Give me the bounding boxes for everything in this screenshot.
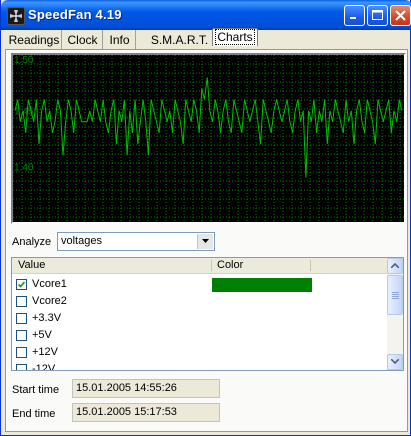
list-header: Value Color	[12, 258, 388, 274]
color-swatch[interactable]	[212, 278, 312, 292]
window-title: SpeedFan 4.19	[28, 7, 122, 22]
column-divider[interactable]	[211, 260, 212, 271]
fan-icon[interactable]	[7, 7, 25, 25]
end-time-value: 15.01.2005 15:17:53	[76, 406, 177, 418]
speedfan-window: SpeedFan 4.19 Readings Clock Info S.M.A.…	[0, 0, 411, 436]
start-time-label: Start time	[12, 384, 60, 396]
row-label: -12V	[32, 363, 56, 371]
row-label: +12V	[32, 346, 58, 358]
column-divider[interactable]	[310, 260, 311, 271]
row-label: Vcore2	[32, 295, 67, 307]
maximize-button[interactable]	[367, 5, 388, 26]
column-header-value[interactable]: Value	[18, 259, 45, 271]
column-header-color[interactable]: Color	[217, 259, 243, 271]
close-button[interactable]	[390, 5, 411, 26]
y-tick-label: 1.50	[14, 55, 34, 66]
row-checkbox[interactable]	[16, 313, 27, 324]
chevron-up-icon	[391, 263, 399, 268]
checkmark-icon	[17, 281, 26, 288]
chart-plot: 1.501.451.40	[13, 55, 404, 222]
start-time-field: 15.01.2005 14:55:26	[72, 379, 220, 398]
tab-readings[interactable]: Readings	[7, 30, 62, 50]
minimize-button[interactable]	[344, 5, 365, 26]
list-row[interactable]: Vcore2	[12, 293, 388, 310]
scroll-down-button[interactable]	[387, 354, 403, 370]
list-row[interactable]: +3.3V	[12, 310, 388, 327]
y-tick-label: 1.40	[14, 162, 34, 173]
scroll-thumb[interactable]	[387, 275, 403, 315]
row-label: +3.3V	[32, 312, 62, 324]
dropdown-arrow-icon[interactable]	[197, 234, 213, 249]
tab-info[interactable]: Info	[104, 30, 136, 50]
row-checkbox[interactable]	[16, 330, 27, 341]
vertical-scrollbar[interactable]	[387, 258, 403, 370]
list-row[interactable]: +12V	[12, 344, 388, 361]
row-checkbox[interactable]	[16, 347, 27, 358]
values-list[interactable]: Value Color Vcore1 Vcore2 +3.3V +5V +12V	[11, 257, 404, 371]
start-time-value: 15.01.2005 14:55:26	[76, 382, 177, 394]
voltage-chart: 1.50 1.45 1.40	[11, 53, 406, 224]
row-label: Vcore1	[32, 278, 67, 290]
row-label: +5V	[32, 329, 52, 341]
chevron-down-icon	[391, 359, 399, 364]
list-row[interactable]: Vcore1	[12, 276, 388, 293]
analyze-select[interactable]: voltages	[57, 232, 215, 251]
title-bar[interactable]: SpeedFan 4.19	[1, 0, 411, 30]
tab-smart[interactable]: S.M.A.R.T.	[147, 30, 212, 50]
tab-charts[interactable]: Charts	[212, 28, 258, 46]
row-checkbox[interactable]	[16, 296, 27, 307]
end-time-label: End time	[12, 408, 56, 420]
scroll-up-button[interactable]	[387, 258, 403, 274]
analyze-selected-value: voltages	[61, 235, 102, 247]
end-time-field: 15.01.2005 15:17:53	[72, 403, 220, 422]
tab-clock[interactable]: Clock	[63, 30, 103, 50]
list-row[interactable]: +5V	[12, 327, 388, 344]
row-checkbox[interactable]	[16, 279, 27, 290]
row-checkbox[interactable]	[16, 364, 27, 370]
analyze-label: Analyze	[12, 236, 52, 248]
list-row[interactable]: -12V	[12, 361, 388, 371]
